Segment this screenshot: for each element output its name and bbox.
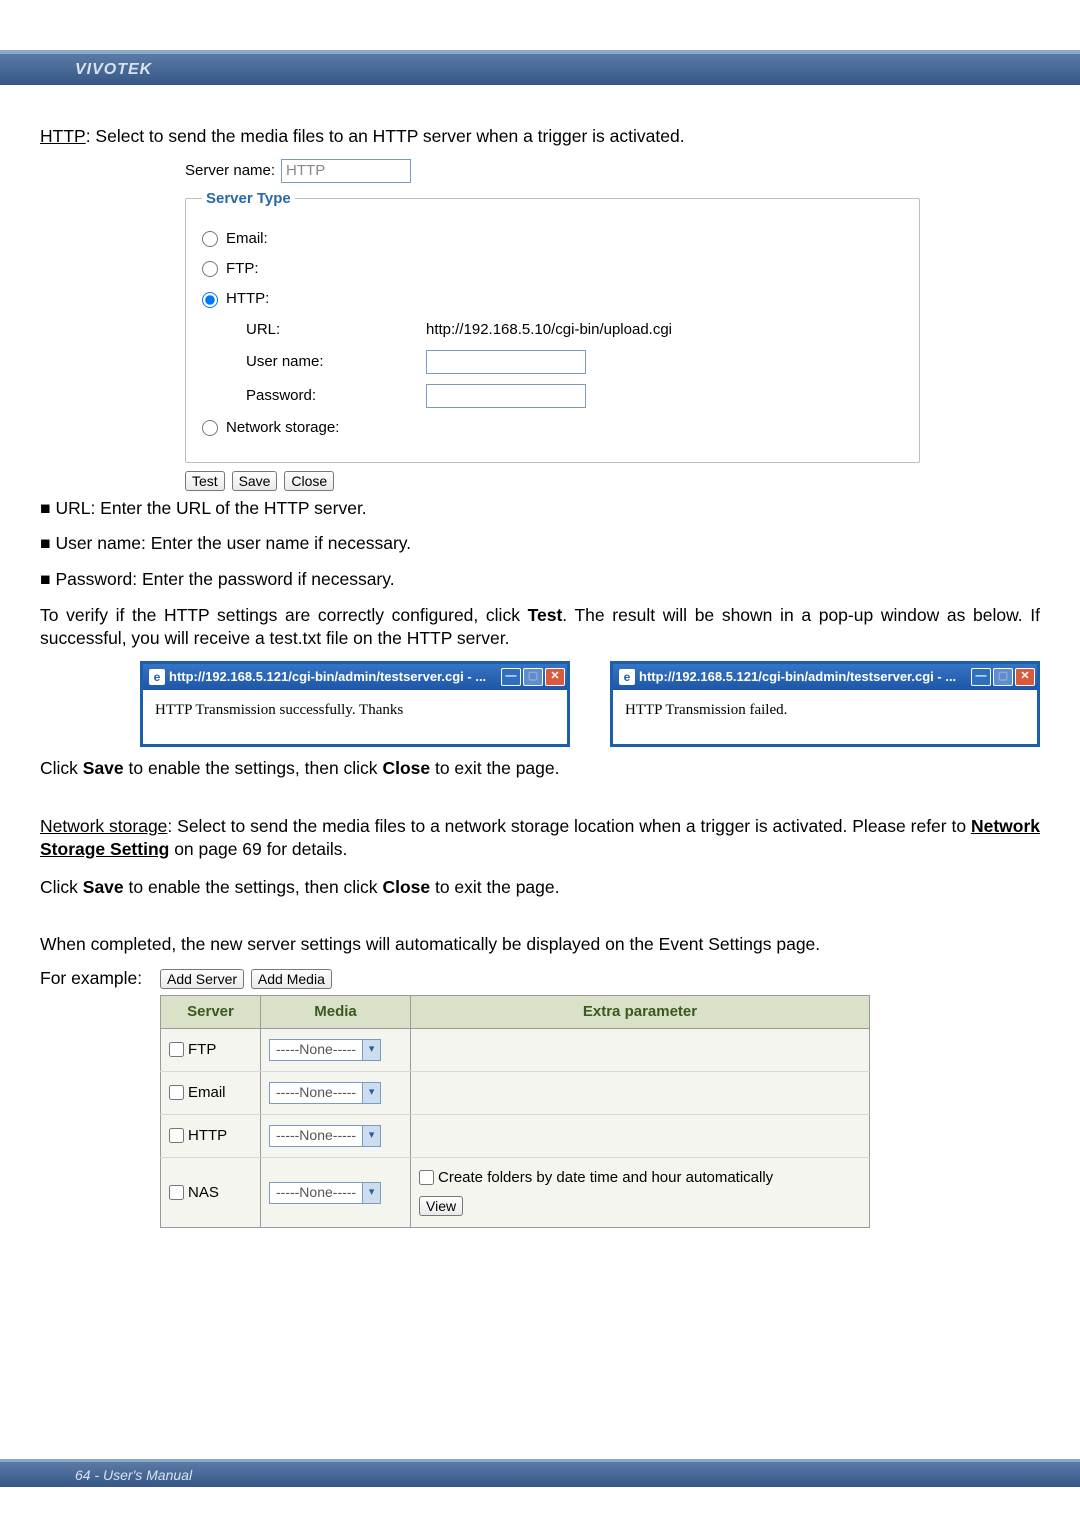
table-row: NAS -----None-----▾ Create folders by da… [161,1157,870,1228]
minimize-icon[interactable]: — [501,668,521,686]
media-select-ftp[interactable]: -----None-----▾ [269,1039,381,1061]
radio-ftp-label: FTP: [226,259,259,279]
ie-icon: e [619,669,635,685]
close-button[interactable]: Close [284,471,334,491]
chk-nas[interactable] [169,1185,184,1200]
url-label: URL: [246,320,426,340]
chk-ftp[interactable] [169,1042,184,1057]
view-button[interactable]: View [419,1196,463,1216]
popup-title-text: http://192.168.5.121/cgi-bin/admin/tests… [639,668,969,686]
radio-network-storage[interactable] [202,420,218,436]
ie-icon: e [149,669,165,685]
server-name-label: Server name: [185,161,275,181]
http-intro-rest: : Select to send the media files to an H… [86,126,685,146]
close-icon[interactable]: ✕ [545,668,565,686]
bullet-pass: Password: Enter the password if necessar… [40,568,1040,592]
http-intro: HTTP: Select to send the media files to … [40,125,1040,149]
table-row: HTTP -----None-----▾ [161,1114,870,1157]
brand-strip: VIVOTEK [0,50,1080,85]
chk-create-folders[interactable] [419,1170,434,1185]
maximize-icon[interactable]: ▢ [993,668,1013,686]
footer-text: 64 - User's Manual [75,1467,192,1483]
radio-email-label: Email: [226,229,268,249]
popup-success-body: HTTP Transmission successfully. Thanks [143,690,567,730]
server-name-input[interactable] [281,159,411,183]
popup-fail: e http://192.168.5.121/cgi-bin/admin/tes… [610,661,1040,747]
chk-http[interactable] [169,1128,184,1143]
radio-network-storage-label: Network storage: [226,418,339,438]
server-form: Server name: Server Type Email: FTP: HTT… [185,159,920,464]
media-select-email[interactable]: -----None-----▾ [269,1082,381,1104]
th-media: Media [261,995,411,1028]
maximize-icon[interactable]: ▢ [523,668,543,686]
th-extra: Extra parameter [411,995,870,1028]
save-button[interactable]: Save [232,471,278,491]
minimize-icon[interactable]: — [971,668,991,686]
server-type-fieldset: Server Type Email: FTP: HTTP: URL: http:… [185,189,920,464]
username-input[interactable] [426,350,586,374]
popup-title-text: http://192.168.5.121/cgi-bin/admin/tests… [169,668,499,686]
radio-http[interactable] [202,292,218,308]
network-storage-para: Network storage: Select to send the medi… [40,815,1040,862]
bullet-url: URL: Enter the URL of the HTTP server. [40,497,1040,521]
radio-email[interactable] [202,231,218,247]
th-server: Server [161,995,261,1028]
close-icon[interactable]: ✕ [1015,668,1035,686]
save-line-1: Click Save to enable the settings, then … [40,757,1040,781]
completed-line: When completed, the new server settings … [40,933,1040,957]
table-row: Email -----None-----▾ [161,1071,870,1114]
server-type-legend: Server Type [202,189,295,209]
radio-ftp[interactable] [202,261,218,277]
chevron-down-icon: ▾ [362,1083,380,1103]
password-input[interactable] [426,384,586,408]
bullet-user: User name: Enter the user name if necess… [40,532,1040,556]
popup-success: e http://192.168.5.121/cgi-bin/admin/tes… [140,661,570,747]
popup-fail-body: HTTP Transmission failed. [613,690,1037,730]
password-label: Password: [246,386,426,406]
http-intro-label: HTTP [40,126,86,146]
radio-http-label: HTTP: [226,289,269,309]
media-select-nas[interactable]: -----None-----▾ [269,1182,381,1204]
add-media-button[interactable]: Add Media [251,969,332,989]
chevron-down-icon: ▾ [362,1183,380,1203]
verify-paragraph: To verify if the HTTP settings are corre… [40,604,1040,651]
brand-text: VIVOTEK [75,61,152,79]
url-value: http://192.168.5.10/cgi-bin/upload.cgi [426,320,672,340]
media-select-http[interactable]: -----None-----▾ [269,1125,381,1147]
table-row: FTP -----None-----▾ [161,1028,870,1071]
add-server-button[interactable]: Add Server [160,969,244,989]
chk-email[interactable] [169,1085,184,1100]
test-button[interactable]: Test [185,471,225,491]
save-line-2: Click Save to enable the settings, then … [40,876,1040,900]
footer: 64 - User's Manual [0,1459,1080,1487]
for-example-label: For example: [40,967,160,991]
chevron-down-icon: ▾ [362,1126,380,1146]
chevron-down-icon: ▾ [362,1040,380,1060]
event-settings-table: Server Media Extra parameter FTP -----No… [160,995,870,1229]
username-label: User name: [246,352,426,372]
